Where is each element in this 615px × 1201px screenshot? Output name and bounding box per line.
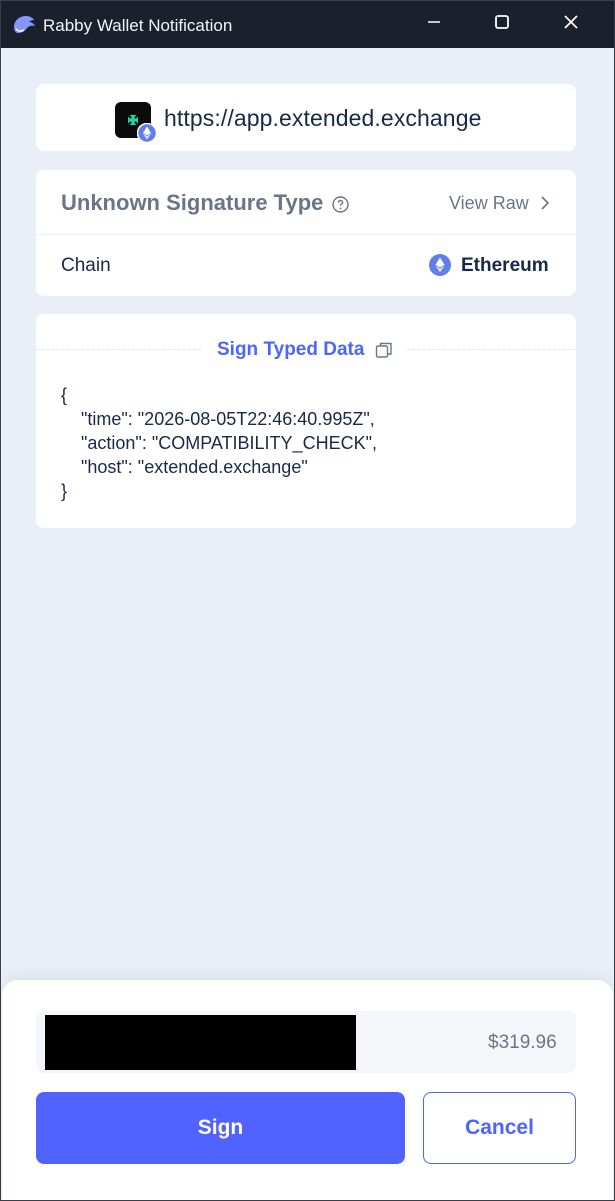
typed-data-line: "action": "COMPATIBILITY_CHECK", [61, 433, 377, 453]
typed-data-line: "time": "2026-08-05T22:46:40.995Z", [61, 409, 375, 429]
chevron-right-icon[interactable] [539, 195, 551, 211]
copy-icon[interactable] [375, 341, 393, 359]
title-bar: Rabby Wallet Notification [1, 1, 614, 48]
rabby-logo-icon [11, 13, 37, 37]
typed-data-line: { [61, 385, 68, 405]
dashed-divider-right [407, 349, 576, 350]
redacted-account-address [45, 1015, 356, 1070]
maximize-button[interactable] [468, 1, 536, 48]
dashed-divider-left [36, 349, 201, 350]
origin-url: https://app.extended.exchange [164, 105, 482, 131]
divider [36, 234, 576, 235]
account-balance: $319.96 [488, 1032, 557, 1053]
ethereum-icon [429, 254, 451, 276]
signature-type-title: Unknown Signature Type [61, 190, 324, 215]
chain-value: Ethereum [461, 255, 549, 276]
minimize-icon [427, 15, 441, 34]
window-title: Rabby Wallet Notification [43, 16, 233, 35]
close-icon [563, 14, 579, 35]
sign-typed-data-title: Sign Typed Data [217, 339, 365, 360]
typed-data-line: } [61, 481, 68, 501]
minimize-button[interactable] [400, 1, 468, 48]
ethereum-badge-icon [136, 122, 158, 144]
sign-button[interactable]: Sign [36, 1092, 405, 1164]
signature-type-card [36, 170, 576, 296]
maximize-icon [494, 14, 510, 35]
close-window-button[interactable] [537, 1, 605, 48]
typed-data-line: "host": "extended.exchange" [61, 457, 308, 477]
rabby-notification-window: Rabby Wallet Notification https://app.ex… [0, 0, 615, 1201]
view-raw-link[interactable]: View Raw [449, 193, 529, 214]
cancel-button[interactable]: Cancel [423, 1092, 576, 1164]
question-circle-icon[interactable] [332, 196, 349, 213]
chain-label: Chain [61, 255, 111, 276]
